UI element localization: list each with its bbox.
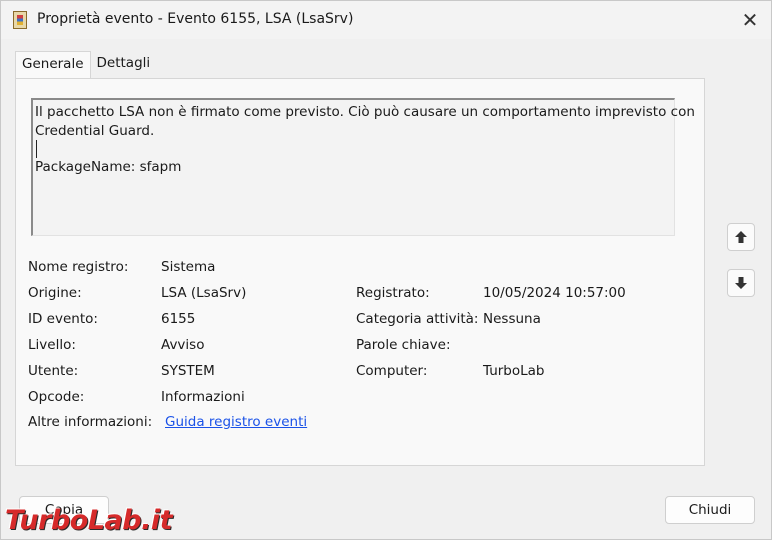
- close-icon[interactable]: ✕: [742, 8, 759, 32]
- tab-bar: Generale Dettagli: [15, 51, 156, 79]
- event-log-help-link[interactable]: Guida registro eventi: [165, 414, 307, 430]
- value-utente: SYSTEM: [161, 363, 215, 379]
- value-origine: LSA (LsaSrv): [161, 285, 247, 301]
- label-opcode: Opcode:: [28, 389, 85, 405]
- title-bar: Proprietà evento - Evento 6155, LSA (Lsa…: [1, 1, 771, 39]
- value-computer: TurboLab: [483, 363, 545, 379]
- label-id-evento: ID evento:: [28, 311, 98, 327]
- label-nome-registro: Nome registro:: [28, 259, 129, 275]
- label-altre-informazioni: Altre informazioni:: [28, 414, 153, 430]
- next-event-button[interactable]: [727, 269, 755, 297]
- value-id-evento: 6155: [161, 311, 196, 327]
- label-registrato: Registrato:: [356, 285, 430, 301]
- window-title: Proprietà evento - Evento 6155, LSA (Lsa…: [37, 11, 354, 27]
- value-registrato: 10/05/2024 10:57:00: [483, 285, 626, 301]
- value-livello: Avviso: [161, 337, 205, 353]
- event-description-box[interactable]: Il pacchetto LSA non è firmato come prev…: [31, 98, 695, 236]
- event-properties-window: Proprietà evento - Evento 6155, LSA (Lsa…: [0, 0, 772, 540]
- label-categoria-attivita: Categoria attività:: [356, 311, 479, 327]
- tab-generale[interactable]: Generale: [15, 51, 91, 79]
- description-line: PackageName: sfapm: [35, 159, 182, 175]
- text-caret: [36, 140, 37, 158]
- label-utente: Utente:: [28, 363, 79, 379]
- value-opcode: Informazioni: [161, 389, 245, 405]
- close-window-button[interactable]: ✕: [733, 5, 767, 35]
- event-log-icon: [13, 11, 27, 29]
- value-categoria-attivita: Nessuna: [483, 311, 541, 327]
- label-origine: Origine:: [28, 285, 82, 301]
- close-button[interactable]: Chiudi: [665, 496, 755, 524]
- description-line: Credential Guard.: [35, 122, 155, 139]
- description-line: Il pacchetto LSA non è firmato come prev…: [35, 104, 695, 120]
- value-nome-registro: Sistema: [161, 259, 216, 275]
- turbolab-watermark: TurboLab.it: [5, 505, 173, 536]
- label-parole-chiave: Parole chiave:: [356, 337, 451, 353]
- tab-dettagli[interactable]: Dettagli: [91, 51, 157, 79]
- previous-event-button[interactable]: [727, 223, 755, 251]
- arrow-down-icon: [735, 277, 747, 289]
- label-livello: Livello:: [28, 337, 76, 353]
- label-computer: Computer:: [356, 363, 428, 379]
- arrow-up-icon: [735, 231, 747, 243]
